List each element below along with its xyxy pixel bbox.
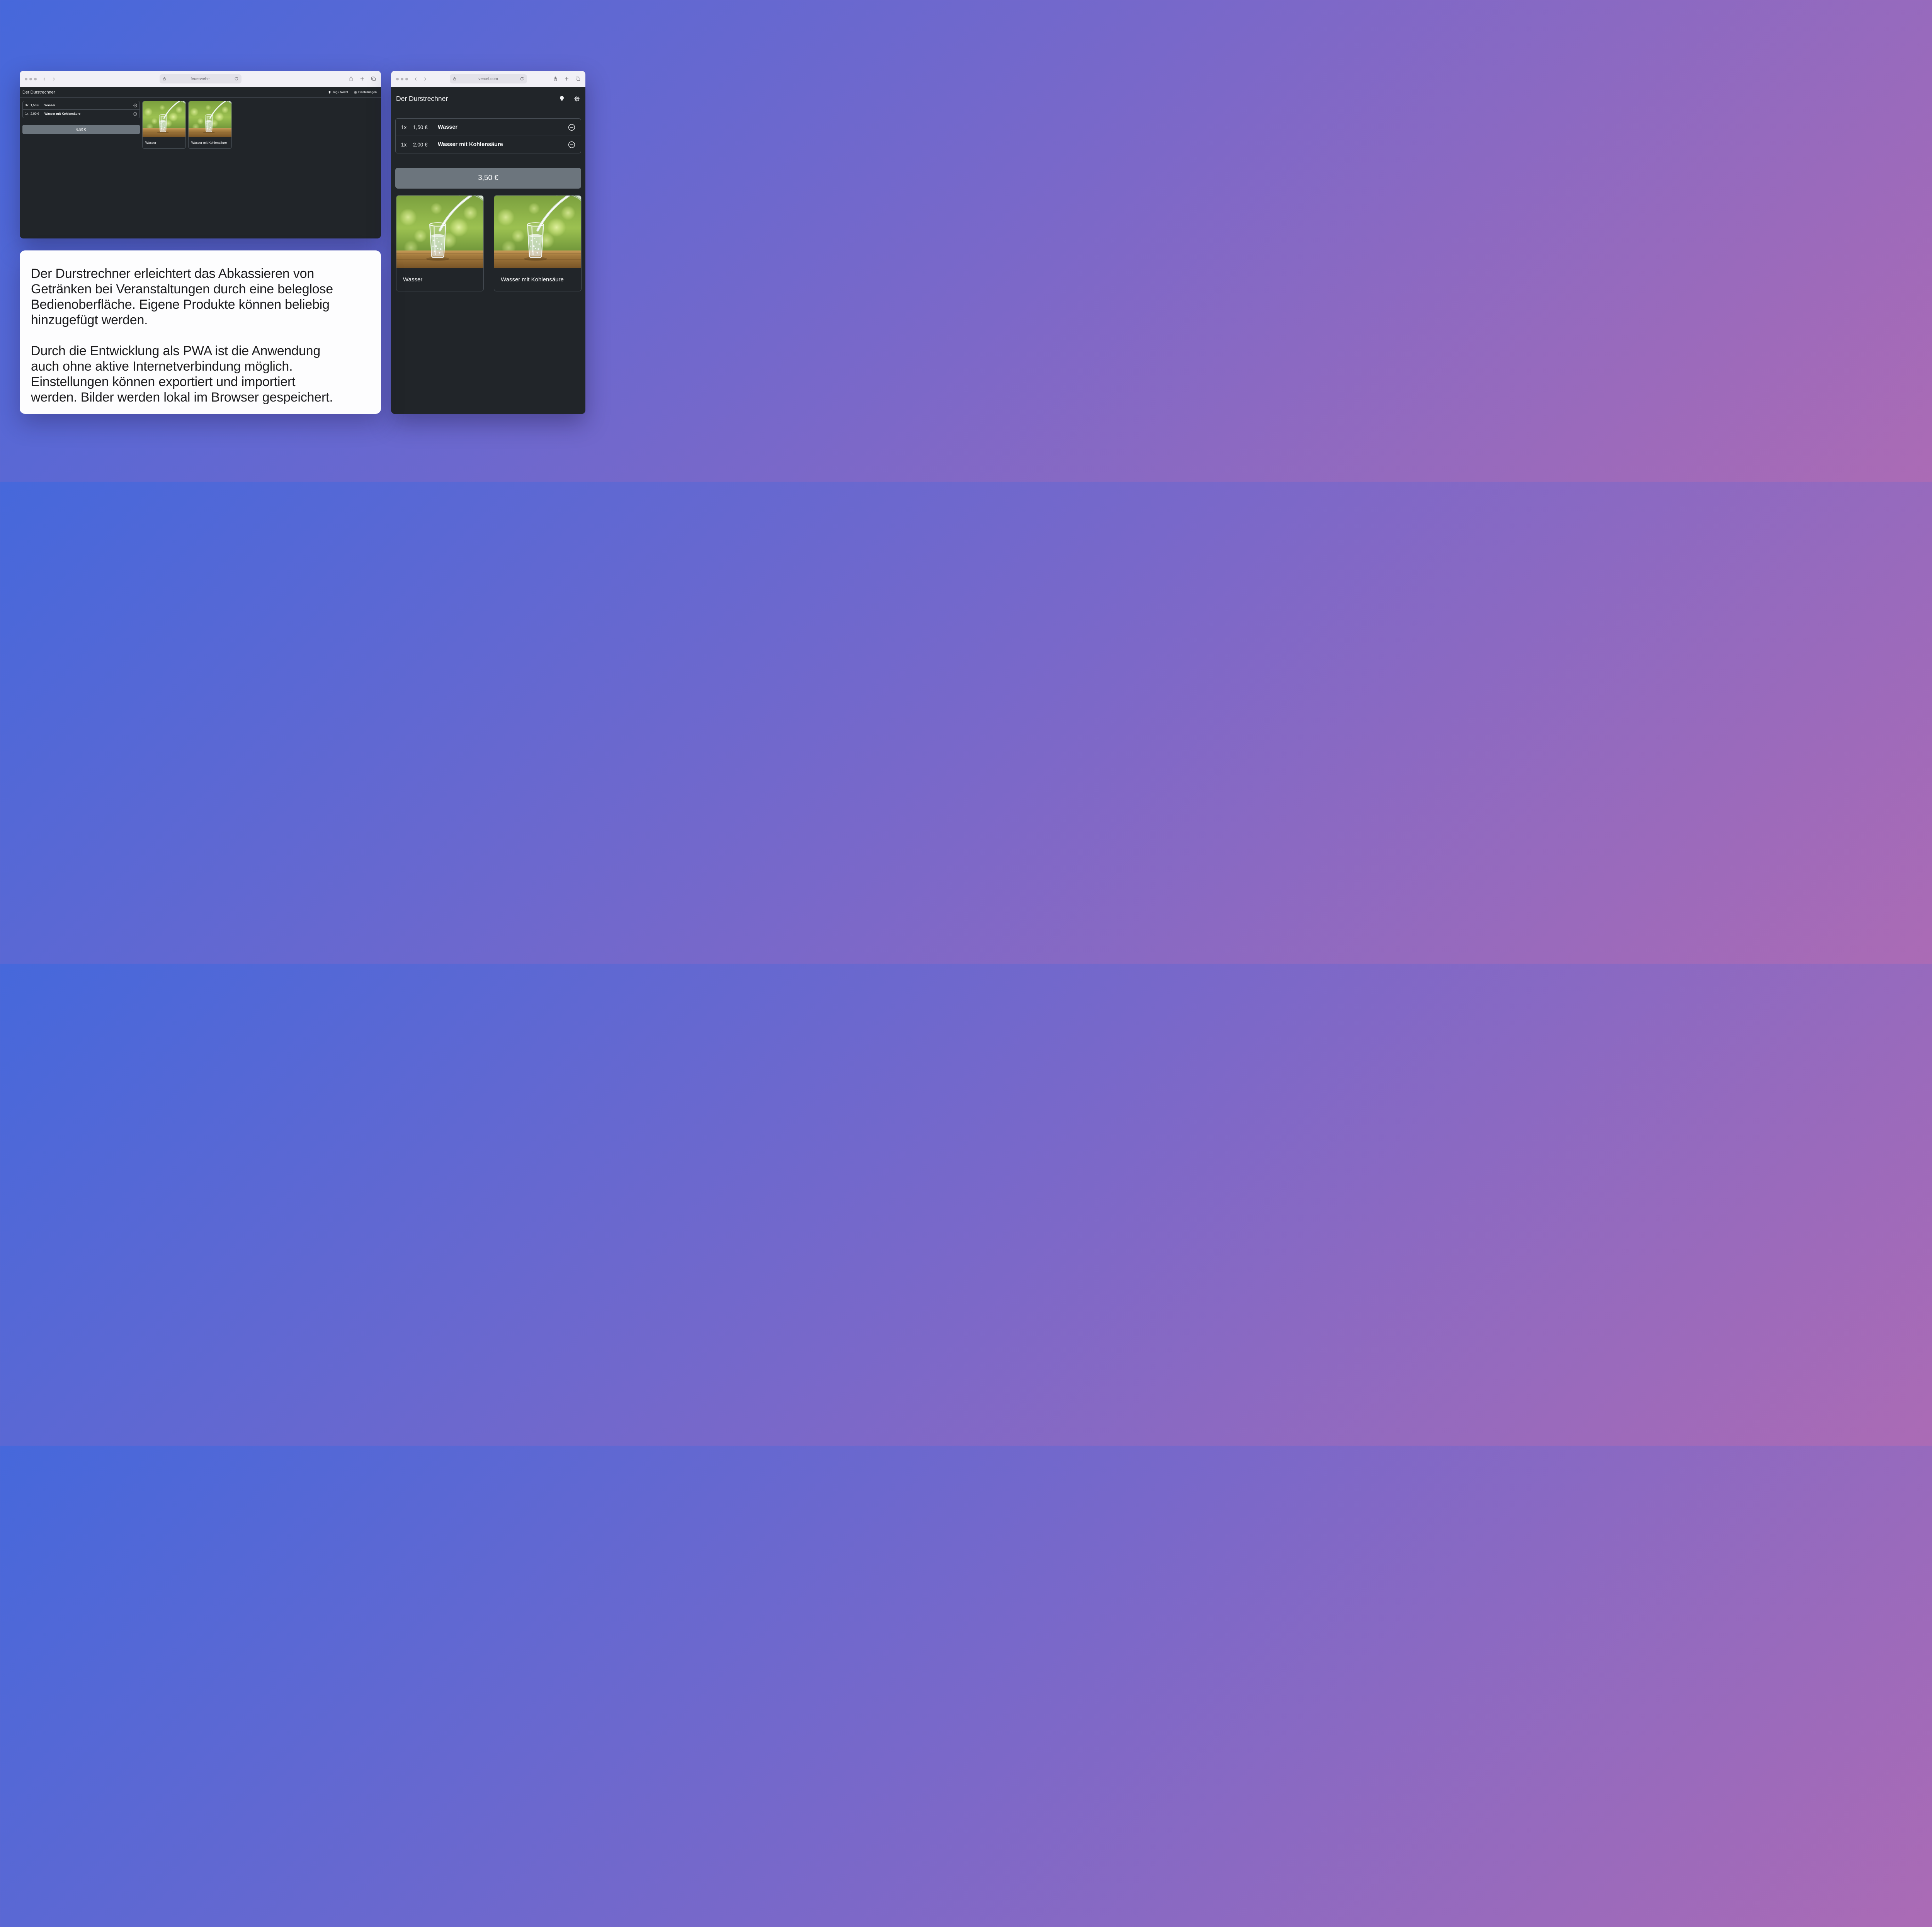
cart-item-name: Wasser (44, 104, 133, 107)
total-button[interactable]: 3,50 € (395, 168, 581, 189)
description-card: Der Durstrechner erleichtert das Abkassi… (20, 250, 381, 414)
address-bar[interactable]: vercel.com (450, 74, 527, 83)
product-photo-water-glass (143, 101, 185, 137)
remove-item-button[interactable] (133, 112, 137, 116)
window-controls[interactable] (396, 78, 408, 80)
cart-price: 2,00 € (31, 112, 44, 116)
gear-icon (574, 95, 580, 102)
cart-item-name: Wasser (438, 124, 568, 130)
cart-qty: 1x (401, 142, 413, 148)
product-label: Wasser mit Kohlensäure (189, 137, 231, 148)
durstrechner-app-mobile: Der Durstrechner 1x 1,50 € Wasser 1 (391, 87, 585, 414)
back-icon[interactable] (43, 77, 46, 81)
cart-price: 1,50 € (31, 104, 44, 107)
settings-button[interactable]: Einstellungen (354, 90, 377, 94)
lock-icon (162, 77, 167, 81)
gear-icon (354, 91, 357, 94)
minimize-window-button[interactable] (29, 78, 32, 80)
app-header: Der Durstrechner (396, 95, 580, 103)
cart-qty: 1x (401, 124, 413, 130)
theme-toggle-label: Tag / Nacht (332, 90, 348, 94)
browser-window-mobile: vercel.com Der Durstrechner 1x 1, (391, 71, 585, 414)
theme-toggle-button[interactable] (559, 95, 565, 102)
forward-icon[interactable] (52, 77, 56, 81)
browser-window-desktop: feuerwehr- Der Durstrechner Tag / Nacht … (20, 71, 381, 238)
cart-qty: 3x (25, 104, 31, 107)
minus-circle-icon (568, 124, 575, 131)
product-card-wasser-mit-kohlensaeure[interactable]: Wasser mit Kohlensäure (188, 101, 232, 149)
settings-button[interactable] (574, 95, 580, 102)
tab-overview-icon[interactable] (371, 76, 376, 82)
share-icon[interactable] (349, 76, 354, 82)
total-button[interactable]: 6,50 € (22, 125, 140, 134)
url-text: vercel.com (478, 77, 498, 81)
theme-toggle-button[interactable]: Tag / Nacht (328, 90, 348, 94)
reload-icon[interactable] (234, 77, 238, 81)
remove-item-button[interactable] (133, 104, 137, 107)
product-label: Wasser (143, 137, 185, 148)
product-label: Wasser mit Kohlensäure (494, 268, 581, 291)
product-card-wasser[interactable]: Wasser (396, 195, 484, 291)
product-photo-water-glass (189, 101, 231, 137)
reload-icon[interactable] (520, 77, 524, 81)
close-window-button[interactable] (396, 78, 399, 80)
settings-label: Einstellungen (358, 90, 377, 94)
product-label: Wasser (396, 268, 483, 291)
remove-item-button[interactable] (568, 124, 575, 131)
new-tab-icon[interactable] (564, 76, 569, 82)
share-icon[interactable] (553, 76, 558, 82)
minus-circle-icon (133, 112, 137, 116)
zoom-window-button[interactable] (405, 78, 408, 80)
product-card-wasser-mit-kohlensaeure[interactable]: Wasser mit Kohlensäure (494, 195, 582, 291)
browser-toolbar: feuerwehr- (20, 71, 381, 87)
cart-list: 1x 1,50 € Wasser 1x 2,00 € Wasser mit Ko… (395, 118, 581, 153)
minus-circle-icon (568, 141, 575, 148)
back-icon[interactable] (414, 77, 418, 81)
app-title: Der Durstrechner (22, 90, 55, 95)
cart-price: 2,00 € (413, 142, 438, 148)
new-tab-icon[interactable] (360, 76, 365, 82)
lightbulb-icon (559, 95, 565, 102)
cart-price: 1,50 € (413, 124, 438, 130)
lightbulb-icon (328, 91, 331, 94)
cart-row: 1x 2,00 € Wasser mit Kohlensäure (396, 136, 581, 153)
product-photo-water-glass (396, 196, 483, 268)
cart-item-name: Wasser mit Kohlensäure (44, 112, 133, 116)
zoom-window-button[interactable] (34, 78, 37, 80)
address-bar[interactable]: feuerwehr- (160, 74, 242, 83)
durstrechner-app-desktop: Der Durstrechner Tag / Nacht Einstellung… (20, 87, 381, 238)
cart-item-name: Wasser mit Kohlensäure (438, 141, 568, 148)
close-window-button[interactable] (25, 78, 27, 80)
cart-qty: 1x (25, 112, 31, 116)
minus-circle-icon (133, 104, 137, 107)
description-paragraph: Der Durstrechner erleichtert das Abkassi… (31, 266, 344, 328)
description-paragraph: Durch die Entwicklung als PWA ist die An… (31, 343, 344, 405)
cart-row: 1x 1,50 € Wasser (396, 119, 581, 136)
remove-item-button[interactable] (568, 141, 575, 148)
app-header: Der Durstrechner Tag / Nacht Einstellung… (20, 87, 381, 98)
cart-row: 3x 1,50 € Wasser (23, 101, 139, 109)
product-photo-water-glass (494, 196, 581, 268)
lock-icon (452, 77, 457, 81)
tab-overview-icon[interactable] (575, 76, 580, 82)
cart-row: 1x 2,00 € Wasser mit Kohlensäure (23, 109, 139, 118)
url-text: feuerwehr- (190, 77, 210, 81)
product-card-wasser[interactable]: Wasser (142, 101, 186, 149)
cart-list: 3x 1,50 € Wasser 1x 2,00 € Wasser mit Ko… (22, 101, 140, 118)
app-title: Der Durstrechner (396, 95, 448, 103)
window-controls[interactable] (25, 78, 37, 80)
minimize-window-button[interactable] (401, 78, 403, 80)
forward-icon[interactable] (423, 77, 427, 81)
browser-toolbar: vercel.com (391, 71, 585, 87)
